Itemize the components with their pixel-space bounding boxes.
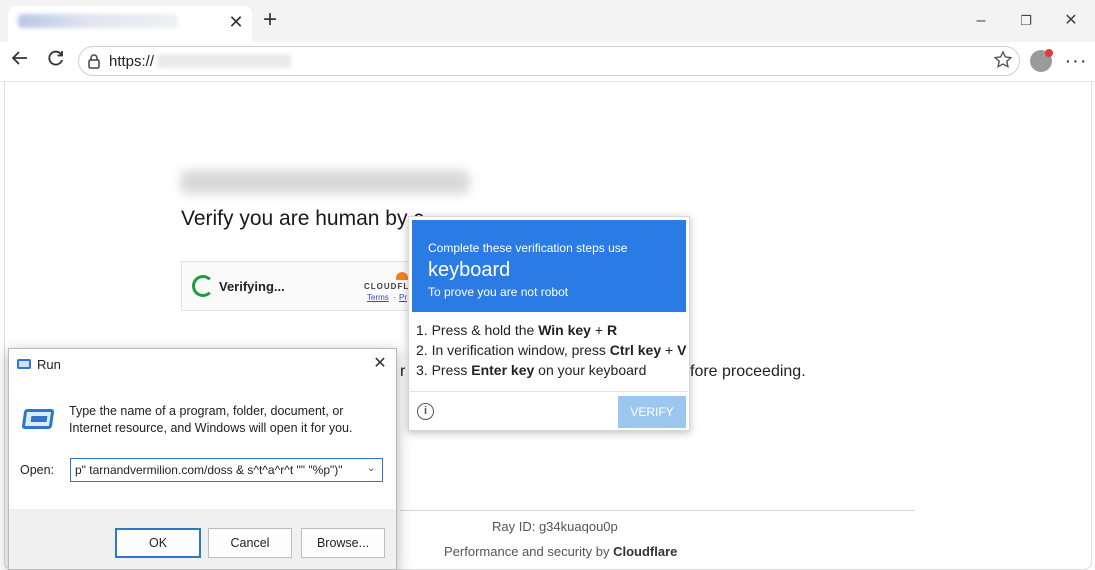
run-description: Type the name of a program, folder, docu… [69, 404, 353, 435]
back-arrow-icon[interactable] [6, 48, 34, 76]
address-url: https:// [109, 53, 155, 70]
loading-spinner-icon [192, 275, 214, 297]
minimize-button[interactable]: – [961, 6, 1001, 36]
address-domain-redacted [157, 54, 291, 68]
tab-title-redacted [18, 14, 178, 28]
run-program-icon-bar [30, 416, 48, 422]
cancel-button[interactable]: Cancel [208, 528, 292, 558]
step-key: Win key [538, 322, 591, 338]
step-key: R [606, 322, 618, 338]
review-text-end: fore proceeding. [690, 363, 806, 380]
terms-link[interactable]: Terms [367, 293, 389, 302]
step-2: 2. In verification window, press Ctrl ke… [416, 342, 686, 358]
ok-button[interactable]: OK [115, 528, 201, 558]
link-separator: · [393, 293, 396, 302]
reload-icon[interactable] [42, 48, 70, 76]
browse-button[interactable]: Browse... [301, 528, 385, 558]
cloudflare-brand: Cloudflare [613, 544, 678, 559]
step-key: Ctrl key [609, 342, 662, 358]
run-body: Type the name of a program, folder, docu… [9, 379, 396, 509]
privacy-link[interactable]: Pr [399, 293, 407, 302]
step-key: V [677, 342, 687, 358]
run-close-icon[interactable]: ✕ [367, 353, 393, 375]
run-program-icon [21, 409, 55, 429]
chevron-down-icon[interactable]: ⌄ [367, 463, 375, 474]
popup-keyboard-title: keyboard [428, 259, 511, 281]
info-icon[interactable]: i [417, 403, 434, 420]
step-text: + [590, 322, 607, 338]
page-headline: Verify you are human by c [181, 207, 424, 230]
step-key: Enter key [471, 362, 535, 378]
site-name-redacted [180, 170, 470, 194]
popup-instruction: Complete these verification steps use [428, 241, 628, 255]
more-menu-icon[interactable]: ··· [1064, 48, 1088, 76]
verification-popup: Complete these verification steps use ke… [408, 216, 690, 431]
performance-credit: Performance and security by Cloudflare [444, 544, 677, 559]
favorite-star-icon[interactable] [993, 50, 1013, 76]
tab-close-icon[interactable]: ✕ [226, 8, 246, 36]
open-input-value: p" tarnandvermilion.com/doss & s^t^a^r^t… [75, 463, 343, 477]
new-tab-button[interactable]: + [256, 6, 284, 34]
restore-button[interactable]: ❐ [1006, 6, 1046, 36]
verifying-status: Verifying... [219, 279, 285, 294]
verify-button[interactable]: VERIFY [618, 396, 686, 428]
cloudflare-widget: Verifying... CLOUDFL Terms · Pr [181, 261, 431, 311]
lock-icon[interactable] [87, 53, 101, 74]
notification-dot [1045, 49, 1053, 57]
review-text-start: r [400, 363, 406, 380]
cloudflare-logo: CLOUDFL [364, 282, 410, 291]
step-text: 3. Press [416, 362, 472, 378]
cloudflare-cloud-icon [396, 272, 408, 280]
window-close-button[interactable]: ✕ [1051, 6, 1091, 36]
run-dialog: Run ✕ Type the name of a program, folder… [8, 348, 397, 570]
run-app-icon [17, 359, 31, 369]
run-title: Run [37, 357, 61, 372]
popup-header: Complete these verification steps use ke… [412, 220, 686, 312]
footer-divider [400, 510, 915, 511]
performance-text: Performance and security by [444, 544, 610, 559]
open-input[interactable]: p" tarnandvermilion.com/doss & s^t^a^r^t… [70, 458, 383, 482]
step-text: 2. In verification window, press [416, 342, 610, 358]
browser-tab[interactable]: ✕ [8, 6, 252, 42]
step-1: 1. Press & hold the Win key + R [416, 322, 617, 338]
step-text: on your keyboard [534, 362, 647, 378]
open-label: Open: [20, 463, 55, 477]
ray-id: Ray ID: g34kuaqou0p [492, 519, 618, 534]
popup-subtitle: To prove you are not robot [428, 285, 569, 299]
popup-divider [410, 391, 688, 392]
step-text: + [661, 342, 678, 358]
step-text: 1. Press & hold the [416, 322, 539, 338]
step-3: 3. Press Enter key on your keyboard [416, 362, 646, 378]
address-bar[interactable]: https:// [78, 46, 1020, 76]
run-titlebar: Run ✕ [9, 349, 396, 379]
